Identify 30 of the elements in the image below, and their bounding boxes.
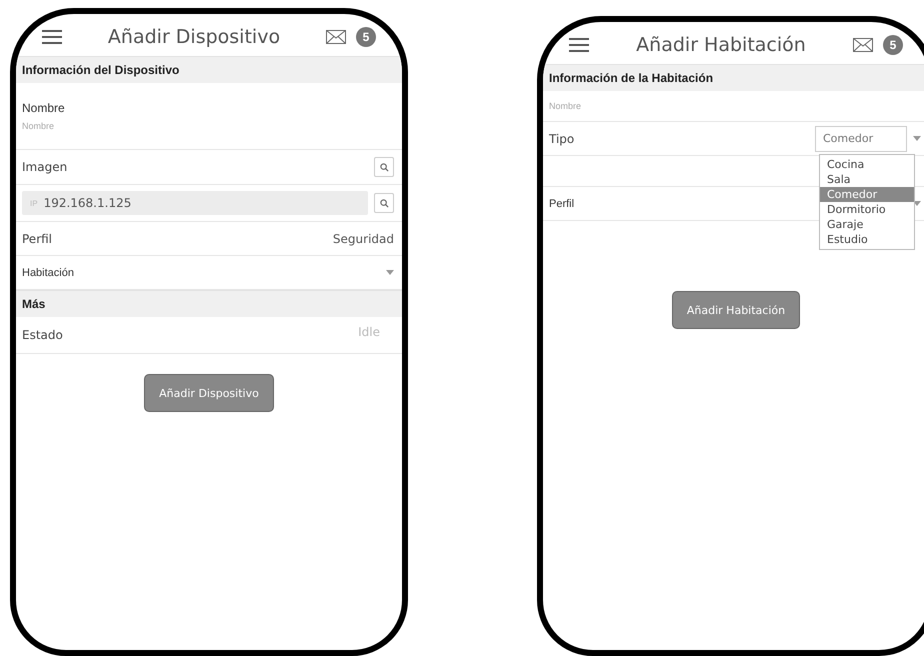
screen-title: Añadir Dispositivo [106,26,282,48]
search-button[interactable] [374,193,394,213]
field-label: Perfil [22,232,54,246]
field-label: Imagen [22,160,68,174]
menu-icon[interactable] [42,30,62,44]
mail-icon[interactable] [326,30,346,44]
type-select[interactable]: Comedor [815,126,907,152]
menu-icon[interactable] [569,38,589,52]
search-icon [380,162,388,172]
caret-icon [913,201,921,206]
notification-badge: 5 [883,35,903,55]
field-value: Idle [358,325,381,339]
add-button[interactable]: Añadir Habitación [672,291,800,329]
dropdown-option[interactable]: Comedor [820,187,914,202]
field-label: Estado [22,328,64,342]
section-header: Información de la Habitación [543,64,924,91]
screen-title: Añadir Habitación [635,34,807,56]
mail-icon[interactable] [853,38,873,52]
search-button[interactable] [374,157,394,177]
caret-icon [386,270,394,275]
field-label: Nombre [22,101,66,115]
section-header: Información del Dispositivo [16,56,402,83]
notification-badge: 5 [356,27,376,47]
caret-icon [913,136,921,141]
field-value: Seguridad [332,232,394,246]
section-header: Más [16,290,402,317]
field-label: Tipo [549,132,576,146]
select-field[interactable]: Habitación [22,266,380,278]
add-button[interactable]: Añadir Dispositivo [144,374,274,412]
search-icon [380,198,388,208]
